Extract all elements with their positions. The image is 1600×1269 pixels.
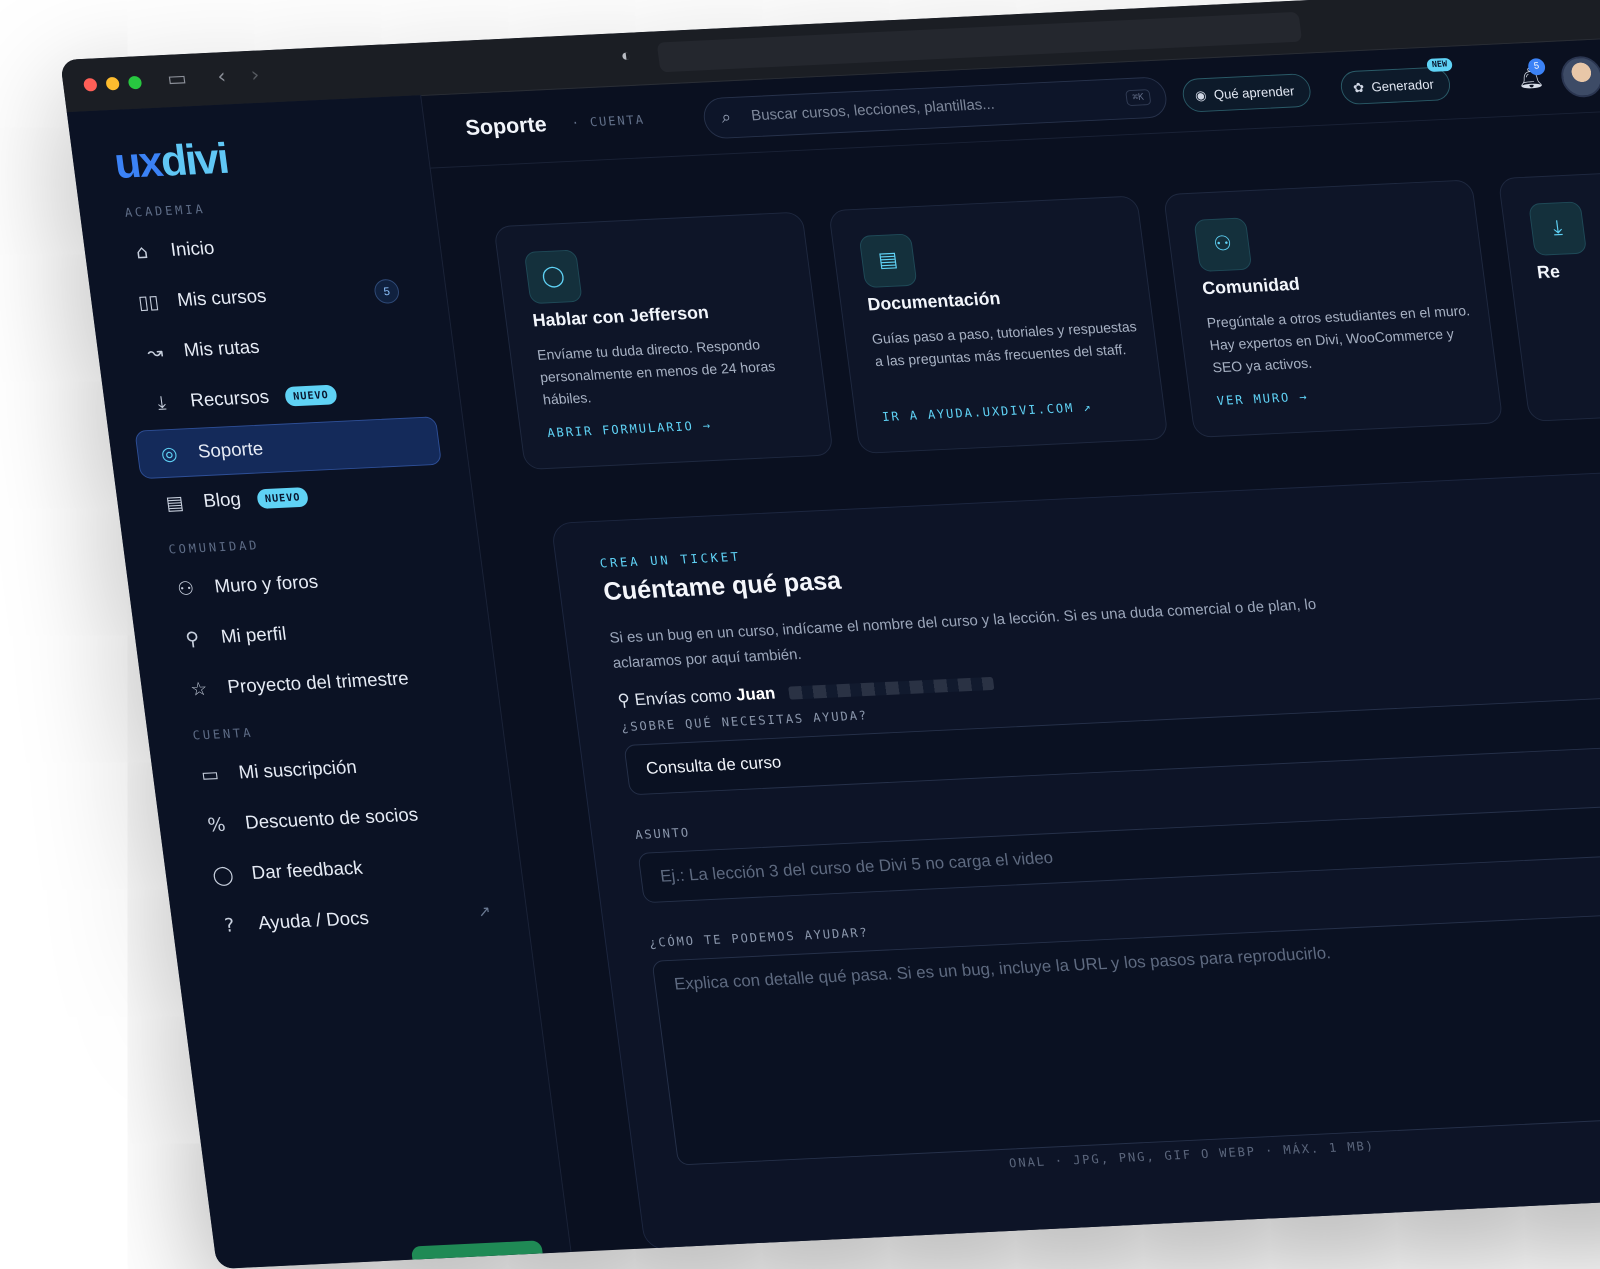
shield-icon: ◐ [619, 45, 633, 65]
chat-icon: ◯ [211, 863, 235, 887]
external-link-icon: ↗ [477, 904, 492, 921]
lifebuoy-icon: ◎ [159, 441, 179, 465]
uxdivi-logo[interactable]: uxdivi [111, 133, 230, 189]
body-label: ¿CÓMO TE PODEMOS AYUDAR? [648, 926, 870, 951]
card-title: Documentación [866, 289, 1002, 316]
document-icon: ▤ [858, 233, 918, 289]
view-wall-link[interactable]: VER MURO → [1216, 390, 1309, 408]
form-description: Si es un bug en un curso, indícame el no… [608, 596, 1318, 672]
topic-label: ¿SOBRE QUÉ NECESITAS AYUDA? [620, 709, 869, 735]
sidebar-item-label: Mis cursos [175, 285, 268, 311]
generator-button[interactable]: ✿ Generador NEW [1338, 57, 1453, 106]
search-shortcut: ⌘K [1125, 89, 1152, 107]
new-badge: NEW [1426, 57, 1453, 72]
sender-prefix: Envías como [633, 685, 733, 709]
sidebar-item-label: Mi perfil [219, 623, 288, 647]
sidebar-item-label: Mi suscripción [237, 756, 358, 783]
newspaper-icon: ▤ [164, 491, 185, 515]
help-icon: ? [223, 913, 236, 937]
breadcrumb: · CUENTA [570, 113, 646, 131]
users-icon: ⚇ [175, 576, 196, 600]
new-badge: NUEVO [256, 486, 310, 509]
ticket-form: CREA UN TICKET Cuéntame qué pasa Si es u… [550, 464, 1600, 1251]
generator-label: Generador [1370, 76, 1435, 95]
book-icon: ▯▯ [136, 290, 161, 314]
maximize-window-button[interactable] [127, 75, 143, 90]
sidebar-item-label: Blog [202, 488, 242, 512]
card-text: Pregúntale a otros estudiantes en el mur… [1205, 303, 1471, 377]
sidebar-item-label: Proyecto del trimestre [226, 667, 410, 698]
page-title: Soporte [463, 111, 548, 140]
compass-icon: ◉ [1194, 86, 1208, 103]
card-text: Envíame tu duda directo. Respondo person… [536, 337, 777, 409]
card-title: Re [1535, 262, 1562, 283]
avatar[interactable] [1558, 55, 1600, 99]
home-icon: ⌂ [134, 240, 150, 264]
sender-name: Juan [734, 683, 777, 705]
section-cuenta: CUENTA [191, 726, 255, 744]
form-eyebrow: CREA UN TICKET [599, 550, 742, 572]
download-icon: ⤓ [1528, 201, 1588, 256]
browser-window: ▭ ‹ › ◐ ↻ uxdivi ACADEMIA ⌂ Inicio ▯▯ Mi… [60, 0, 1600, 1269]
browser-stage: ▭ ‹ › ◐ ↻ uxdivi ACADEMIA ⌂ Inicio ▯▯ Mi… [60, 0, 1600, 1269]
sidebar: uxdivi ACADEMIA ⌂ Inicio ▯▯ Mis cursos 5… [66, 95, 572, 1269]
sidebar-item-label: Mis rutas [182, 336, 261, 361]
learn-label: Qué aprender [1212, 83, 1296, 102]
search-placeholder: Buscar cursos, lecciones, plantillas... [750, 96, 996, 125]
redacted-surname [788, 677, 995, 700]
download-icon: ⤓ [156, 390, 168, 414]
close-window-button[interactable] [82, 77, 98, 92]
upgrade-button[interactable] [410, 1240, 546, 1269]
section-comunidad: COMUNIDAD [167, 538, 261, 558]
card-comunidad: ⚇ Comunidad Pregúntale a otros estudiant… [1162, 179, 1504, 438]
card-documentacion: ▤ Documentación Guías paso a paso, tutor… [828, 195, 1169, 454]
card-hablar-con-jefferson: ◯ Hablar con Jefferson Envíame tu duda d… [493, 211, 834, 471]
back-icon[interactable]: ‹ [216, 65, 227, 89]
search-input[interactable]: ⌕ Buscar cursos, lecciones, plantillas..… [701, 76, 1169, 140]
sidebar-item-label: Soporte [196, 438, 265, 462]
new-badge: NUEVO [284, 384, 338, 407]
card-title: Hablar con Jefferson [531, 303, 710, 332]
palette-icon: ✿ [1352, 79, 1365, 95]
courses-count-badge: 5 [373, 278, 401, 305]
subject-input[interactable]: Ej.: La lección 3 del curso de Divi 5 no… [637, 799, 1600, 904]
form-title: Cuéntame qué pasa [601, 566, 843, 606]
sender-info: ⚲ Envías como Juan [617, 673, 996, 711]
topic-select[interactable]: Consulta de curso [623, 691, 1600, 796]
users-icon: ⚇ [1193, 217, 1253, 272]
open-form-link[interactable]: ABRIR FORMULARIO → [547, 419, 713, 441]
section-academia: ACADEMIA [123, 202, 207, 221]
sidebar-item-proyecto-del-trimestre[interactable]: ☆ Proyecto del trimestre [165, 653, 471, 714]
credit-card-icon: ▭ [199, 762, 221, 786]
percent-icon: % [206, 812, 227, 837]
message-textarea[interactable]: Explica con detalle qué pasa. Si es un b… [651, 907, 1600, 1166]
sidebar-item-label: Inicio [169, 237, 216, 261]
sidebar-toggle-icon[interactable]: ▭ [166, 67, 188, 91]
chat-icon: ◯ [523, 249, 583, 305]
search-icon: ⌕ [720, 107, 733, 127]
help-site-link[interactable]: IR A AYUDA.UXDIVI.COM ↗ [881, 401, 1093, 425]
route-icon: ↝ [145, 340, 165, 364]
sidebar-item-label: Descuento de socios [243, 804, 420, 833]
sidebar-item-ayuda-docs[interactable]: ? Ayuda / Docs ↗ [196, 889, 502, 950]
user-icon: ⚲ [616, 690, 632, 710]
learn-button[interactable]: ◉ Qué aprender [1180, 73, 1313, 113]
sidebar-item-label: Muro y foros [213, 571, 320, 597]
user-icon: ⚲ [184, 627, 201, 651]
subject-label: ASUNTO [634, 826, 692, 843]
sidebar-item-label: Recursos [189, 386, 271, 411]
sidebar-item-label: Ayuda / Docs [256, 907, 370, 934]
forward-icon[interactable]: › [250, 64, 261, 88]
card-recursos[interactable]: ⤓ Re [1497, 163, 1600, 422]
minimize-window-button[interactable] [105, 76, 121, 91]
card-title: Comunidad [1201, 274, 1301, 299]
star-icon: ☆ [189, 677, 209, 701]
card-text: Guías paso a paso, tutoriales y respuest… [871, 319, 1138, 370]
sidebar-item-label: Dar feedback [250, 857, 364, 884]
